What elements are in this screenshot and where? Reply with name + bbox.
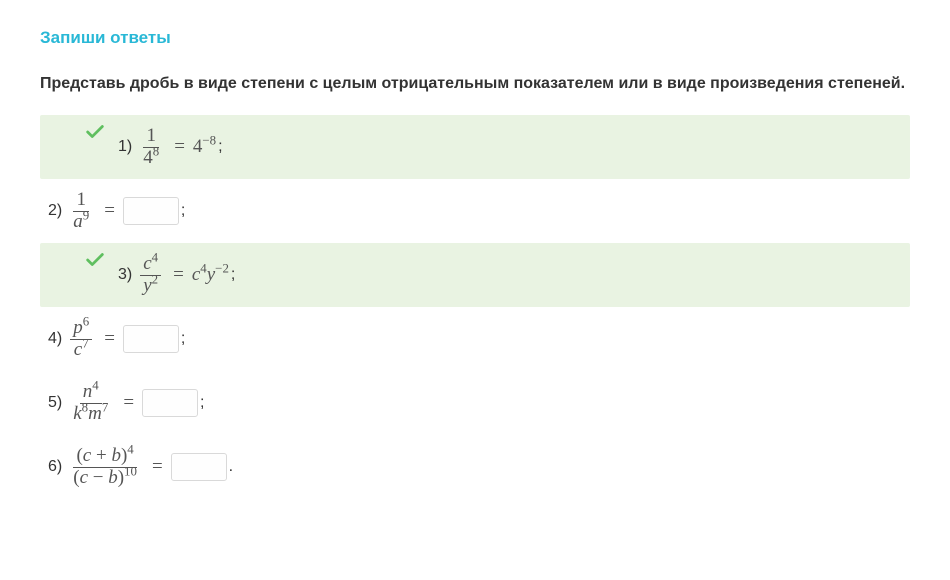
fraction: c4y2: [140, 254, 161, 297]
exercise-row: 5) n4k8m7 = ;: [40, 371, 910, 435]
item-number: 5): [48, 394, 62, 412]
equals-sign: =: [173, 264, 184, 286]
exercise-row: 3) c4y2 = c4y−2 ;: [40, 243, 910, 307]
fraction-denominator: k8m7: [70, 404, 111, 425]
answer-input[interactable]: [142, 389, 198, 417]
fraction: n4k8m7: [70, 382, 111, 425]
item-number: 3): [118, 266, 132, 284]
answer-value: 4−8: [193, 136, 216, 158]
trailing-punct: ;: [181, 330, 185, 348]
section-title: Запиши ответы: [40, 28, 910, 48]
item-number: 2): [48, 202, 62, 220]
fraction-denominator: 48: [140, 148, 162, 169]
item-number: 6): [48, 458, 62, 476]
equation: 1) 148 = 4−8 ;: [118, 126, 223, 169]
equals-sign: =: [104, 200, 115, 222]
items-container: 1) 148 = 4−8 ; 2) 1a9 = ; 3) c4y2 = c4y−2 ; 4) p6c7 =…: [40, 115, 910, 499]
exercise-row: 4) p6c7 = ;: [40, 307, 910, 371]
answer-value: c4y−2: [192, 264, 229, 286]
answer-input[interactable]: [171, 453, 227, 481]
trailing-punct: ;: [181, 202, 185, 220]
answer-input[interactable]: [123, 325, 179, 353]
equation: 3) c4y2 = c4y−2 ;: [118, 254, 235, 297]
fraction: p6c7: [70, 318, 92, 361]
trailing-punct: ;: [200, 394, 204, 412]
equation: 5) n4k8m7 = ;: [48, 382, 204, 425]
instruction-text: Представь дробь в виде степени с целым о…: [40, 66, 910, 101]
trailing-punct: ;: [231, 266, 235, 284]
equation: 2) 1a9 = ;: [48, 190, 185, 233]
equals-sign: =: [123, 392, 134, 414]
check-icon: [84, 121, 106, 143]
fraction-denominator: a9: [70, 212, 92, 233]
equals-sign: =: [104, 328, 115, 350]
fraction: 1a9: [70, 190, 92, 233]
exercise-row: 6) (c + b)4(c − b)10 = .: [40, 435, 910, 499]
exercise-row: 1) 148 = 4−8 ;: [40, 115, 910, 179]
answer-input[interactable]: [123, 197, 179, 225]
fraction: 148: [140, 126, 162, 169]
fraction: (c + b)4(c − b)10: [70, 446, 140, 489]
item-number: 4): [48, 330, 62, 348]
fraction-denominator: (c − b)10: [70, 468, 140, 489]
check-icon: [84, 249, 106, 271]
equals-sign: =: [152, 456, 163, 478]
equals-sign: =: [174, 136, 185, 158]
equation: 6) (c + b)4(c − b)10 = .: [48, 446, 233, 489]
equation: 4) p6c7 = ;: [48, 318, 185, 361]
fraction-denominator: y2: [140, 276, 161, 297]
trailing-punct: ;: [218, 138, 222, 156]
item-number: 1): [118, 138, 132, 156]
fraction-denominator: c7: [71, 340, 92, 361]
exercise-row: 2) 1a9 = ;: [40, 179, 910, 243]
trailing-punct: .: [229, 458, 233, 476]
exercise-page: Запиши ответы Представь дробь в виде сте…: [0, 0, 950, 509]
